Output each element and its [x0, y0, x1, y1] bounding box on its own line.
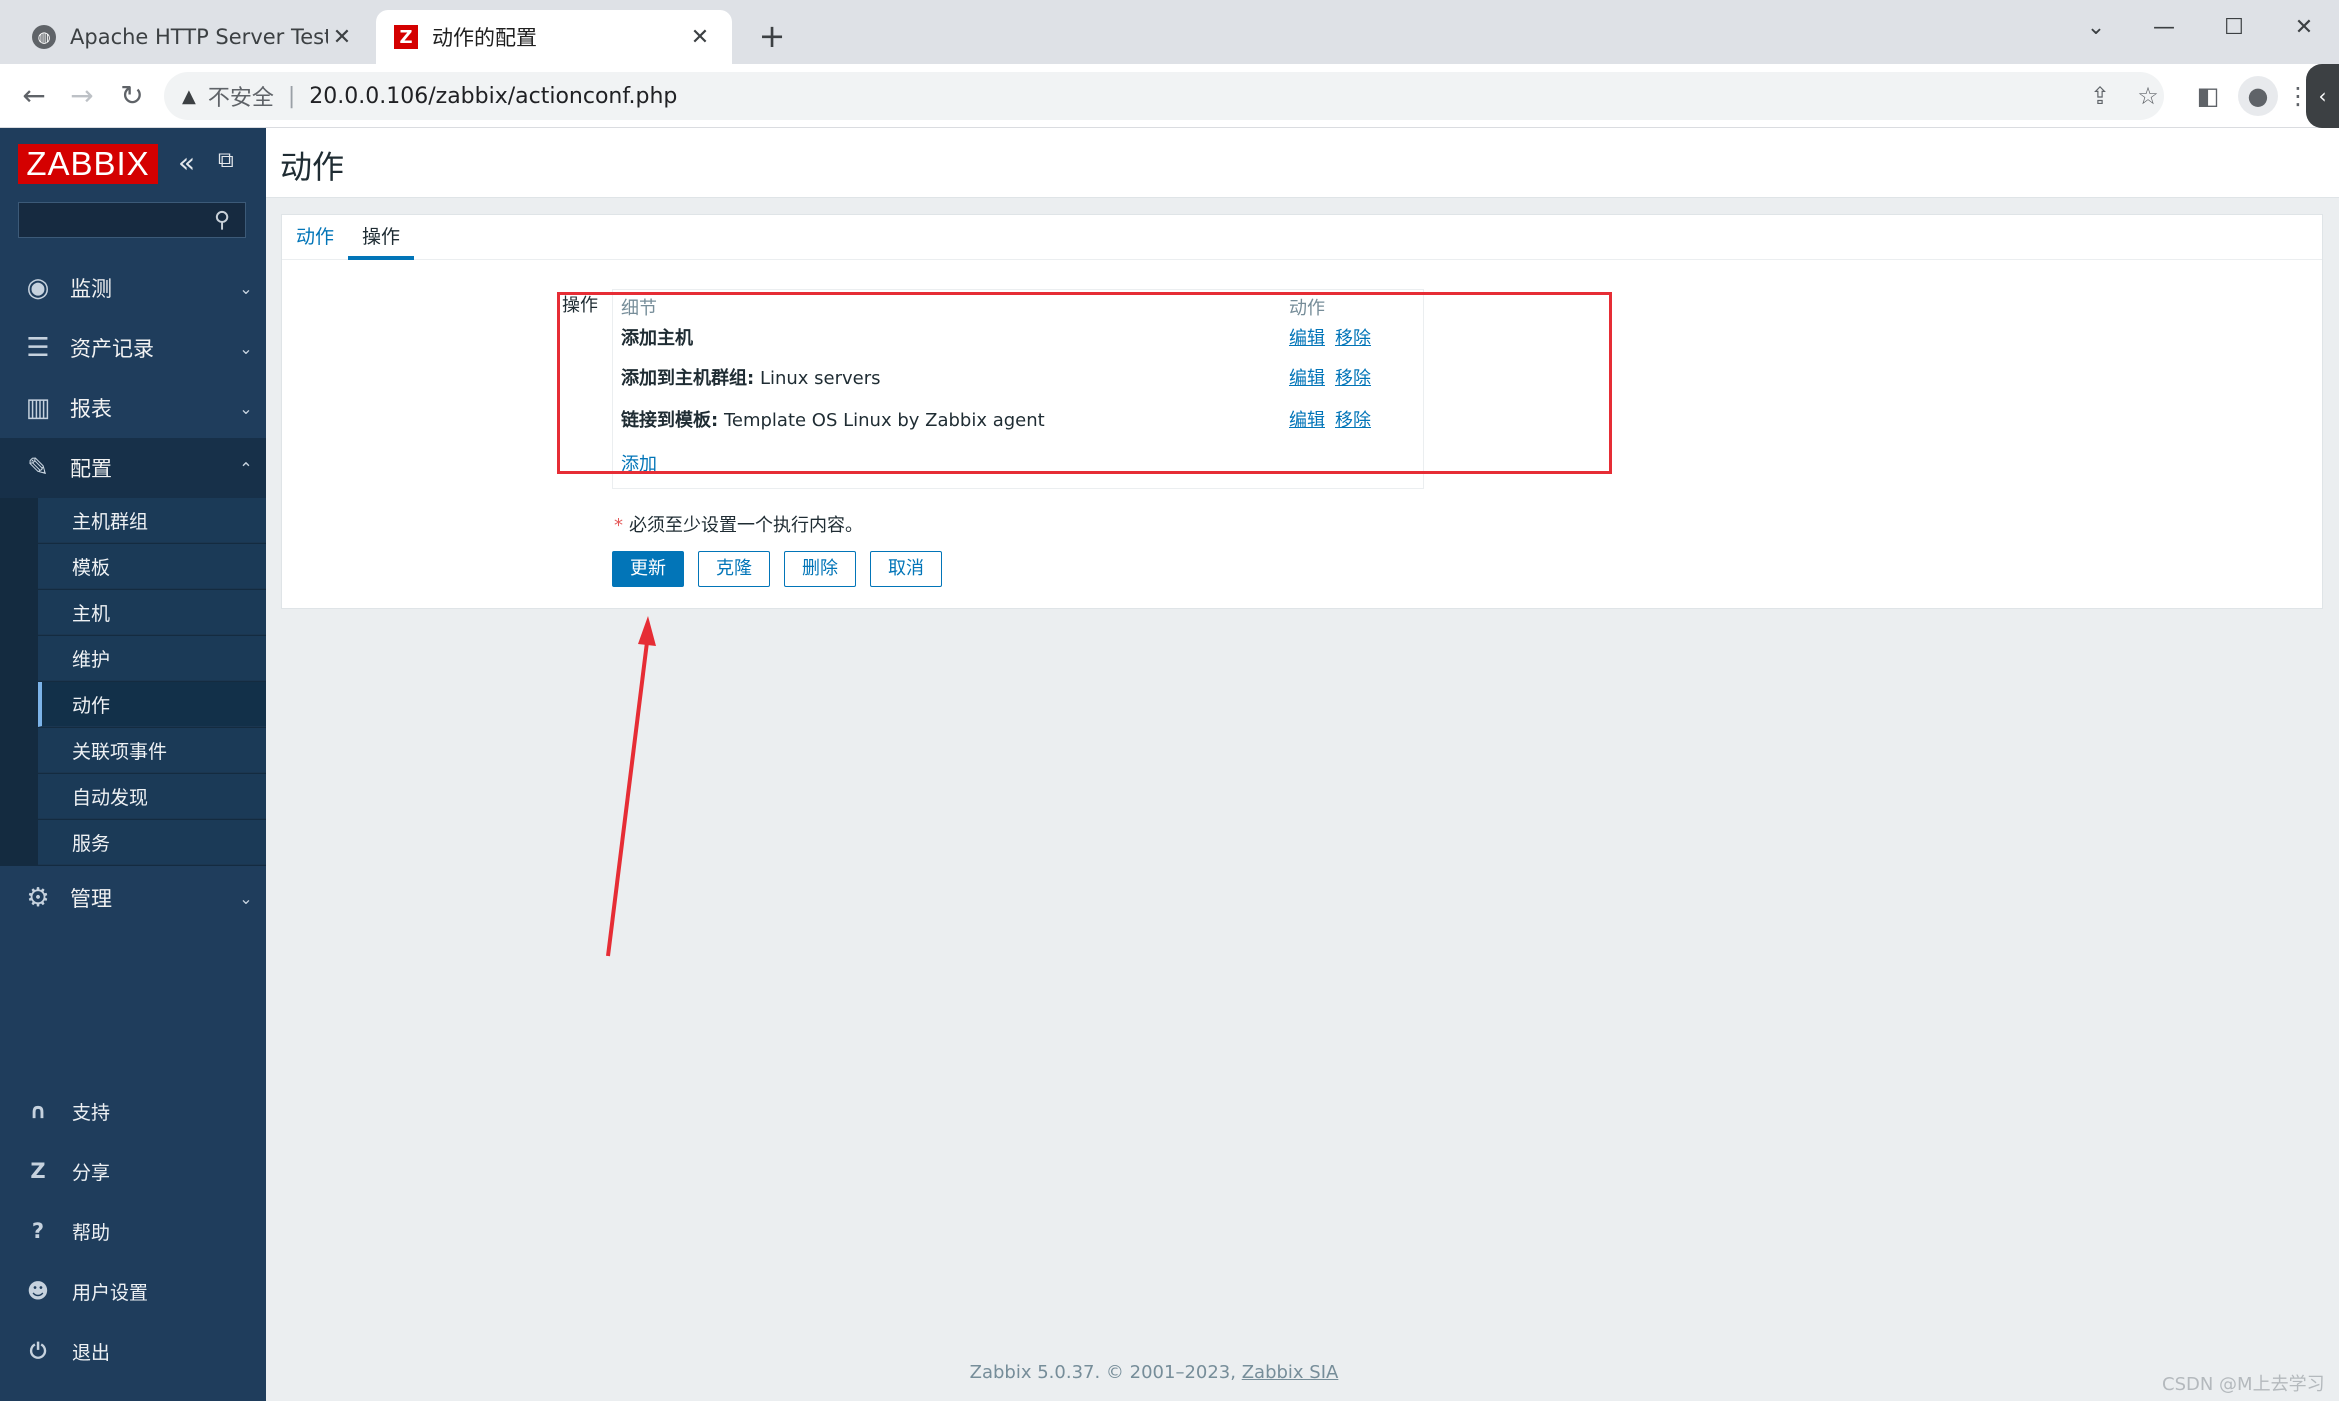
zabbix-share-icon: Z: [30, 1159, 46, 1183]
chevron-down-icon: ⌄: [239, 338, 253, 358]
page-header: 动作: [266, 128, 2339, 198]
submenu-event-correlation[interactable]: 关联项事件: [38, 728, 266, 773]
new-tab-button[interactable]: +: [752, 16, 792, 56]
menu-administration[interactable]: ⚙ 管理 ⌄: [0, 868, 266, 928]
submenu-services[interactable]: 服务: [38, 820, 266, 865]
cancel-button[interactable]: 取消: [870, 551, 942, 587]
submenu-maintenance[interactable]: 维护: [38, 636, 266, 681]
wrench-icon: ✎: [27, 453, 49, 483]
footer-label: 支持: [72, 1101, 111, 1124]
chevron-down-icon: ⌄: [239, 888, 253, 908]
side-panel-icon[interactable]: ◧: [2188, 76, 2228, 116]
browser-tab-apache[interactable]: ◍ Apache HTTP Server Test Page ✕: [14, 10, 374, 64]
footer-share[interactable]: Z 分享: [0, 1146, 266, 1196]
configuration-submenu: 主机群组 模板 主机 维护 动作 关联项事件 自动发现 服务: [0, 498, 266, 866]
bar-chart-icon: ▥: [25, 393, 51, 423]
annotation-arrow-shaft: [606, 633, 650, 957]
tab-action[interactable]: 动作: [282, 215, 348, 260]
chevron-up-icon: ⌃: [239, 458, 253, 478]
share-icon[interactable]: ⇪: [2080, 76, 2120, 116]
menu-reports[interactable]: ▥ 报表 ⌄: [0, 378, 266, 438]
chevron-down-icon: ⌄: [239, 398, 253, 418]
footer-sign-out[interactable]: ⏻ 退出: [0, 1326, 266, 1376]
eye-icon: ◉: [26, 273, 50, 303]
address-bar[interactable]: ▲ 不安全 | 20.0.0.106/zabbix/actionconf.php: [164, 72, 2164, 120]
collapse-sidebar-icon[interactable]: «: [178, 146, 195, 179]
chevron-down-icon: ⌄: [239, 278, 253, 298]
menu-monitoring[interactable]: ◉ 监测 ⌄: [0, 258, 266, 318]
maximize-button[interactable]: ☐: [2206, 8, 2262, 48]
annotation-arrow-head: [638, 616, 656, 646]
zabbix-logo[interactable]: ZABBIX: [18, 144, 158, 184]
required-star: *: [614, 515, 623, 536]
back-arrow-icon[interactable]: ←: [14, 76, 54, 116]
minimize-button[interactable]: —: [2136, 8, 2192, 48]
zabbix-favicon-icon: Z: [394, 25, 418, 49]
menu-inventory[interactable]: ☰ 资产记录 ⌄: [0, 318, 266, 378]
watermark: CSDN @M上去学习: [2162, 1374, 2325, 1395]
security-status[interactable]: 不安全: [208, 80, 274, 112]
annotation-highlight-box: [557, 292, 1612, 474]
submenu-actions[interactable]: 动作: [38, 682, 266, 727]
footer-help[interactable]: ? 帮助: [0, 1206, 266, 1256]
close-tab-icon[interactable]: ✕: [328, 25, 356, 50]
browser-tab-action-config[interactable]: Z 动作的配置 ✕: [376, 10, 732, 64]
submenu-host-groups[interactable]: 主机群组: [38, 498, 266, 543]
search-icon[interactable]: ⚲: [214, 208, 230, 233]
user-icon: ☻: [27, 1279, 49, 1303]
sidebar: ZABBIX « ⧉ ⚲ ◉ 监测 ⌄ ☰ 资产记录 ⌄ ▥ 报表 ⌄ ✎ 配置…: [0, 128, 266, 1401]
clone-button[interactable]: 克隆: [698, 551, 770, 587]
footer-label: 分享: [72, 1161, 111, 1184]
close-tab-icon[interactable]: ✕: [686, 25, 714, 50]
close-window-button[interactable]: ✕: [2276, 8, 2332, 48]
reload-icon[interactable]: ↻: [112, 76, 152, 116]
zabbix-sia-link[interactable]: Zabbix SIA: [1242, 1362, 1339, 1383]
profile-avatar-icon[interactable]: ●: [2238, 76, 2278, 116]
bookmark-star-icon[interactable]: ☆: [2128, 76, 2168, 116]
page-title: 动作: [280, 148, 345, 186]
gear-icon: ⚙: [26, 883, 50, 913]
submenu-hosts[interactable]: 主机: [38, 590, 266, 635]
page-footer: Zabbix 5.0.37. © 2001–2023, Zabbix SIA: [266, 1362, 2042, 1383]
required-note: * 必须至少设置一个执行内容。: [614, 511, 863, 537]
list-icon: ☰: [26, 333, 50, 363]
power-icon: ⏻: [29, 1338, 47, 1363]
menu-label: 配置: [70, 457, 112, 481]
menu-label: 监测: [70, 277, 112, 301]
footer-support[interactable]: ∩ 支持: [0, 1086, 266, 1136]
footer-label: 用户设置: [72, 1281, 149, 1304]
annotation-arrow: [606, 616, 656, 957]
tab-search-dropdown-icon[interactable]: ⌄: [2068, 8, 2124, 48]
tab-title: Apache HTTP Server Test Page: [70, 25, 328, 49]
submenu-templates[interactable]: 模板: [38, 544, 266, 589]
menu-label: 资产记录: [70, 337, 154, 361]
side-panel-toggle-icon[interactable]: ‹: [2306, 64, 2339, 128]
footer-user-settings[interactable]: ☻ 用户设置: [0, 1266, 266, 1316]
menu-label: 管理: [70, 887, 112, 911]
update-button[interactable]: 更新: [612, 551, 684, 587]
sidebar-search-input[interactable]: [18, 202, 246, 238]
browser-toolbar: ← → ↻ ▲ 不安全 | 20.0.0.106/zabbix/actionco…: [0, 64, 2339, 128]
submenu-discovery[interactable]: 自动发现: [38, 774, 266, 819]
kiosk-mode-icon[interactable]: ⧉: [218, 148, 234, 173]
address-separator: |: [287, 83, 296, 109]
url-text[interactable]: 20.0.0.106/zabbix/actionconf.php: [309, 84, 677, 109]
menu-label: 报表: [70, 397, 112, 421]
tab-title: 动作的配置: [432, 26, 537, 50]
footer-copyright: Zabbix 5.0.37. © 2001–2023,: [969, 1362, 1236, 1383]
form-tabs: 动作 操作: [282, 215, 2322, 260]
tab-operations[interactable]: 操作: [348, 215, 415, 260]
headset-icon: ∩: [29, 1099, 47, 1123]
warning-icon[interactable]: ▲: [182, 86, 196, 107]
footer-label: 退出: [72, 1341, 111, 1364]
footer-label: 帮助: [72, 1221, 111, 1244]
delete-button[interactable]: 删除: [784, 551, 856, 587]
forward-arrow-icon[interactable]: →: [62, 76, 102, 116]
browser-tabstrip: ◍ Apache HTTP Server Test Page ✕ Z 动作的配置…: [0, 0, 2339, 64]
menu-configuration[interactable]: ✎ 配置 ⌃: [0, 438, 266, 498]
help-icon: ?: [31, 1219, 45, 1243]
required-note-text: 必须至少设置一个执行内容。: [629, 515, 863, 536]
globe-icon: ◍: [32, 25, 56, 49]
